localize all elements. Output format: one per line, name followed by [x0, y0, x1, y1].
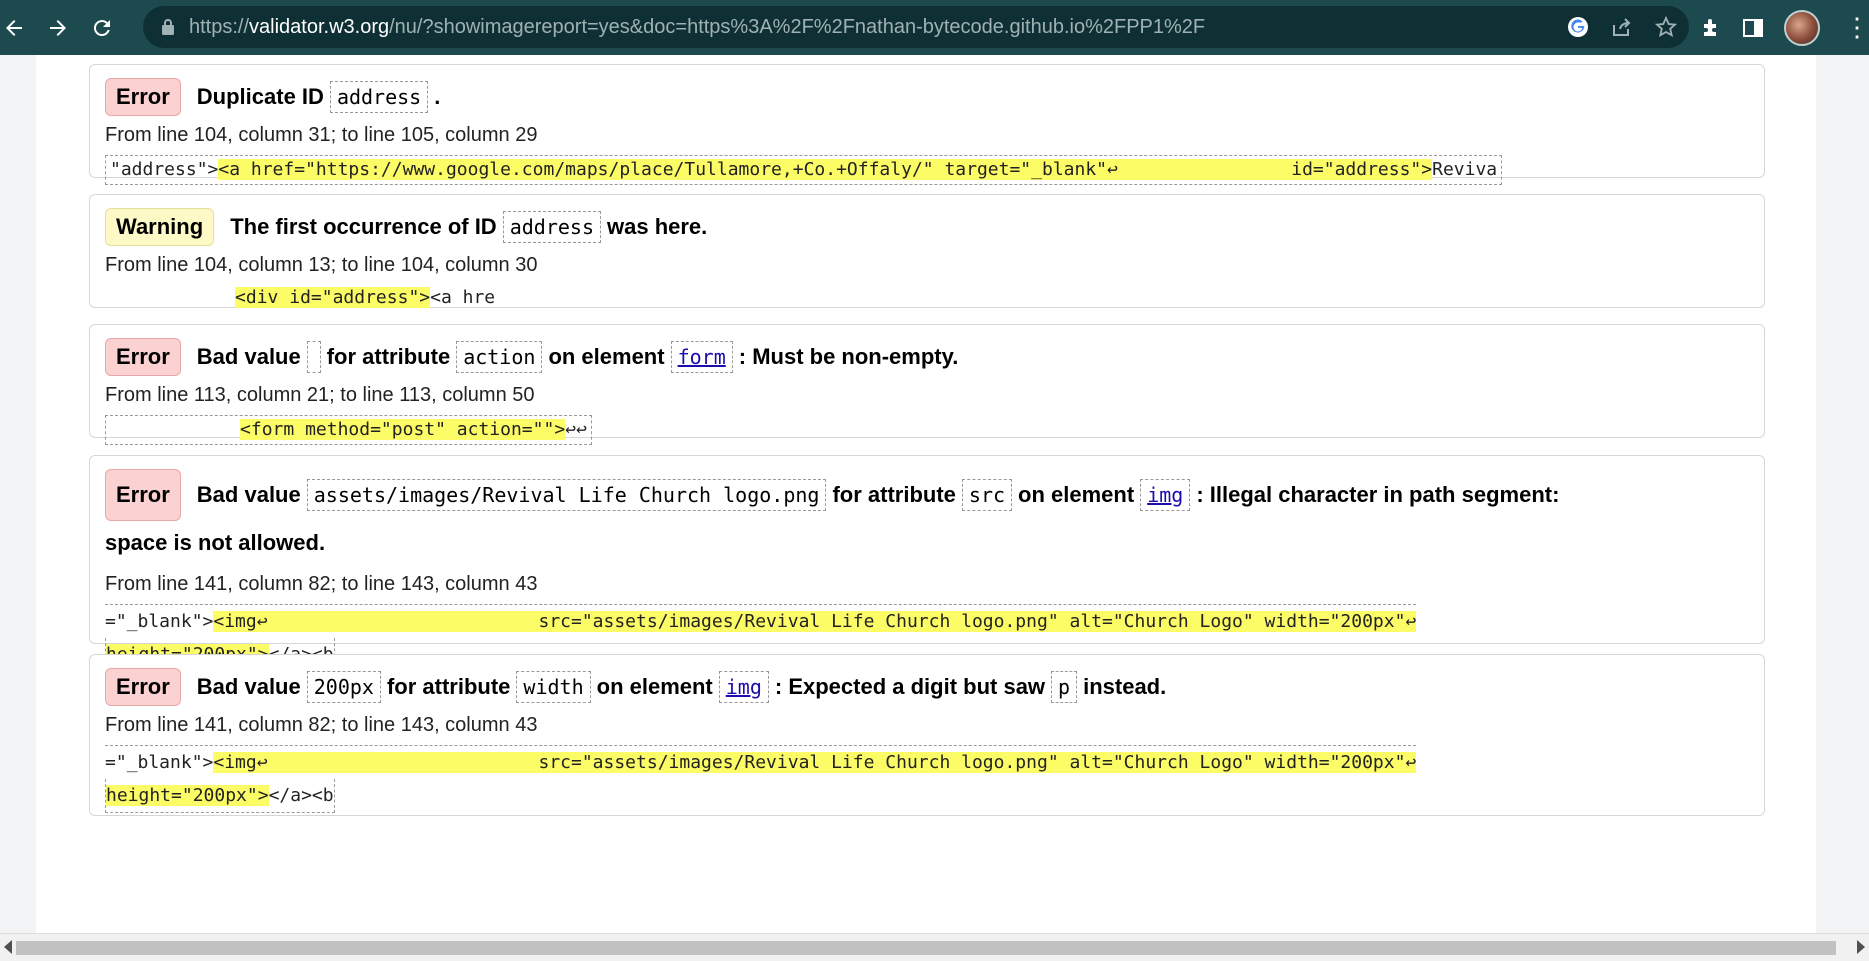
- browser-toolbar: https://validator.w3.org/nu/?showimagere…: [0, 0, 1869, 55]
- lock-icon[interactable]: [161, 18, 175, 36]
- error-badge: Error: [105, 78, 181, 116]
- element-link[interactable]: img: [718, 671, 769, 703]
- message-heading: Error Duplicate ID address.: [105, 78, 1764, 116]
- code-snippet: ="_blank"><img↩ src="assets/images/Reviv…: [105, 745, 1764, 813]
- element-link[interactable]: img: [1140, 479, 1191, 511]
- profile-avatar[interactable]: [1784, 9, 1820, 46]
- share-icon[interactable]: [1611, 16, 1633, 38]
- error-badge: Error: [105, 469, 181, 521]
- forward-icon[interactable]: [36, 6, 80, 50]
- google-icon[interactable]: [1567, 16, 1589, 38]
- reload-icon[interactable]: [80, 6, 124, 50]
- code-ref: assets/images/Revival Life Church logo.p…: [306, 479, 827, 511]
- bookmark-star-icon[interactable]: [1655, 16, 1677, 38]
- back-icon[interactable]: [0, 6, 36, 50]
- code-snippet: <form method="post" action="">↩↩: [105, 415, 1764, 445]
- code-ref: 200px: [306, 671, 381, 703]
- menu-kebab-icon[interactable]: ⋮: [1844, 12, 1869, 43]
- scroll-right-icon[interactable]: [1857, 940, 1865, 954]
- horizontal-scrollbar[interactable]: [0, 933, 1869, 961]
- extensions-icon[interactable]: [1700, 17, 1722, 39]
- warning-badge: Warning: [105, 208, 215, 246]
- error-badge: Error: [105, 338, 181, 376]
- message-box: Error Bad value assets/images/Revival Li…: [89, 455, 1765, 672]
- message-box: Error Duplicate ID address. From line 10…: [89, 64, 1765, 185]
- message-heading: Error Bad value 200px for attribute widt…: [105, 668, 1764, 706]
- location-text: From line 141, column 82; to line 143, c…: [105, 573, 538, 595]
- code-ref: address: [502, 211, 601, 243]
- code-ref: address: [329, 81, 429, 113]
- location-text: From line 104, column 13; to line 104, c…: [105, 254, 538, 276]
- location-text: From line 141, column 82; to line 143, c…: [105, 714, 538, 736]
- code-ref: p: [1051, 671, 1078, 703]
- empty-value-ref: [306, 341, 321, 373]
- error-badge: Error: [105, 668, 181, 706]
- scrollbar-thumb[interactable]: [16, 941, 1836, 955]
- location-text: From line 104, column 31; to line 105, c…: [105, 124, 538, 146]
- message-heading: Warning The first occurrence of ID addre…: [105, 208, 1764, 246]
- element-link[interactable]: form: [670, 341, 733, 373]
- code-ref: action: [456, 341, 543, 373]
- url-text[interactable]: https://validator.w3.org/nu/?showimagere…: [189, 16, 1205, 39]
- code-snippet: <div id="address"><a hre: [235, 287, 496, 308]
- scroll-left-icon[interactable]: [4, 940, 12, 954]
- location-text: From line 113, column 21; to line 113, c…: [105, 384, 535, 406]
- code-ref: width: [516, 671, 591, 703]
- address-bar[interactable]: https://validator.w3.org/nu/?showimagere…: [143, 6, 1689, 48]
- validator-results: 5. Error Duplicate ID address. From line…: [36, 55, 1816, 933]
- page-viewport: 5. Error Duplicate ID address. From line…: [0, 55, 1869, 933]
- message-heading: Error Bad value assets/images/Revival Li…: [105, 469, 1764, 565]
- side-panel-icon[interactable]: [1742, 17, 1764, 39]
- code-snippet: "address"><a href="https://www.google.co…: [105, 155, 1764, 185]
- message-box: Error Bad value 200px for attribute widt…: [89, 654, 1765, 816]
- message-box: Error Bad value for attribute action on …: [89, 324, 1765, 445]
- message-heading: Error Bad value for attribute action on …: [105, 338, 1764, 376]
- code-ref: src: [961, 479, 1013, 511]
- message-box: Warning The first occurrence of ID addre…: [89, 194, 1765, 308]
